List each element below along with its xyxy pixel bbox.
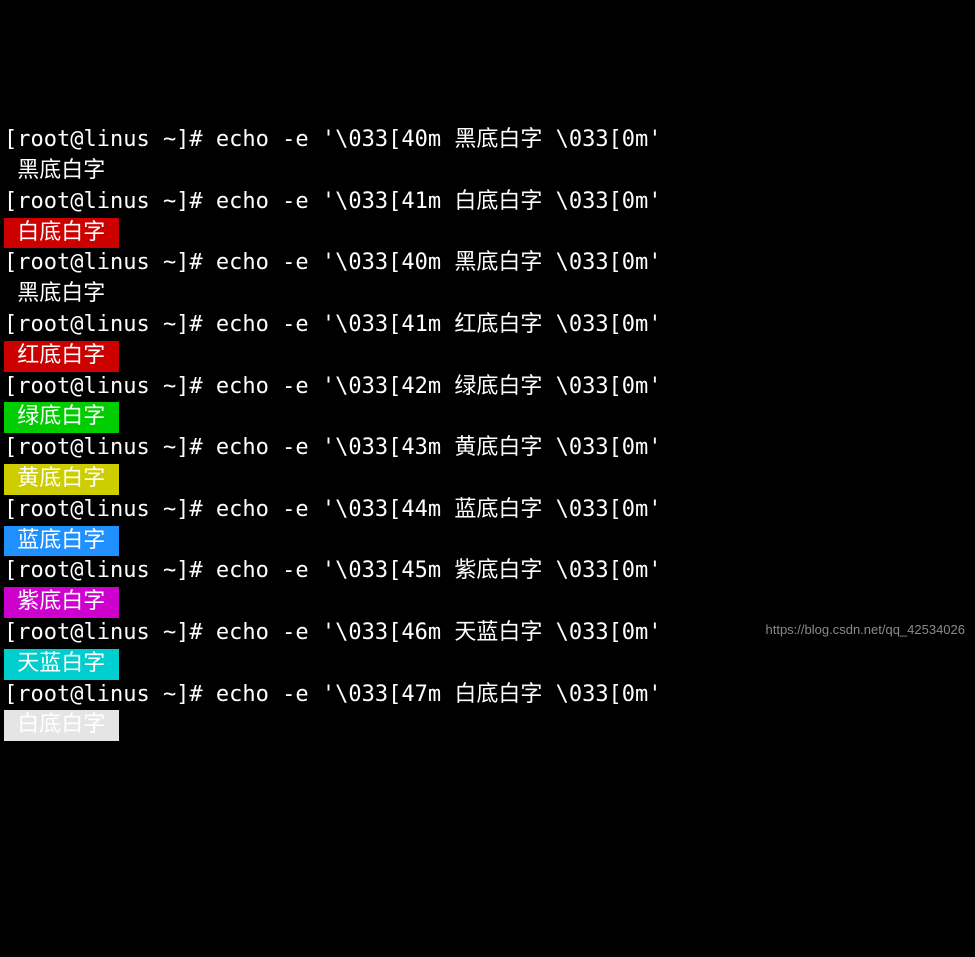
colored-output: 黄底白字	[4, 464, 119, 495]
command-text: echo -e '\033[41m 白底白字 \033[0m'	[216, 189, 662, 214]
watermark-text: https://blog.csdn.net/qq_42534026	[766, 621, 966, 639]
command-text: echo -e '\033[42m 绿底白字 \033[0m'	[216, 374, 662, 399]
colored-output: 白底白字	[4, 218, 119, 249]
output-line: 白底白字	[4, 218, 971, 249]
command-text: echo -e '\033[46m 天蓝白字 \033[0m'	[216, 620, 662, 645]
shell-prompt: [root@linus ~]#	[4, 250, 216, 275]
command-line: [root@linus ~]# echo -e '\033[47m 白底白字 \…	[4, 680, 971, 711]
command-text: echo -e '\033[44m 蓝底白字 \033[0m'	[216, 497, 662, 522]
shell-prompt: [root@linus ~]#	[4, 374, 216, 399]
command-text: echo -e '\033[40m 黑底白字 \033[0m'	[216, 127, 662, 152]
colored-output: 黑底白字	[4, 156, 119, 187]
output-line: 黑底白字	[4, 279, 971, 310]
shell-prompt: [root@linus ~]#	[4, 620, 216, 645]
output-line: 绿底白字	[4, 402, 971, 433]
shell-prompt: [root@linus ~]#	[4, 435, 216, 460]
command-text: echo -e '\033[45m 紫底白字 \033[0m'	[216, 558, 662, 583]
output-line: 黑底白字	[4, 156, 971, 187]
shell-prompt: [root@linus ~]#	[4, 558, 216, 583]
command-text: echo -e '\033[47m 白底白字 \033[0m'	[216, 682, 662, 707]
command-line: [root@linus ~]# echo -e '\033[43m 黄底白字 \…	[4, 433, 971, 464]
colored-output: 天蓝白字	[4, 649, 119, 680]
output-line: 蓝底白字	[4, 526, 971, 557]
colored-output: 绿底白字	[4, 402, 119, 433]
shell-prompt: [root@linus ~]#	[4, 497, 216, 522]
command-line: [root@linus ~]# echo -e '\033[45m 紫底白字 \…	[4, 556, 971, 587]
terminal-output: [root@linus ~]# echo -e '\033[40m 黑底白字 \…	[4, 125, 971, 741]
command-line: [root@linus ~]# echo -e '\033[41m 白底白字 \…	[4, 187, 971, 218]
shell-prompt: [root@linus ~]#	[4, 682, 216, 707]
colored-output: 紫底白字	[4, 587, 119, 618]
colored-output: 白底白字	[4, 710, 119, 741]
output-line: 红底白字	[4, 341, 971, 372]
command-text: echo -e '\033[40m 黑底白字 \033[0m'	[216, 250, 662, 275]
output-line: 紫底白字	[4, 587, 971, 618]
command-line: [root@linus ~]# echo -e '\033[41m 红底白字 \…	[4, 310, 971, 341]
command-line: [root@linus ~]# echo -e '\033[42m 绿底白字 \…	[4, 372, 971, 403]
output-line: 白底白字	[4, 710, 971, 741]
command-line: [root@linus ~]# echo -e '\033[40m 黑底白字 \…	[4, 248, 971, 279]
shell-prompt: [root@linus ~]#	[4, 127, 216, 152]
command-line: [root@linus ~]# echo -e '\033[44m 蓝底白字 \…	[4, 495, 971, 526]
output-line: 黄底白字	[4, 464, 971, 495]
command-line: [root@linus ~]# echo -e '\033[40m 黑底白字 \…	[4, 125, 971, 156]
command-text: echo -e '\033[41m 红底白字 \033[0m'	[216, 312, 662, 337]
colored-output: 蓝底白字	[4, 526, 119, 557]
colored-output: 黑底白字	[4, 279, 119, 310]
shell-prompt: [root@linus ~]#	[4, 189, 216, 214]
output-line: 天蓝白字	[4, 649, 971, 680]
command-text: echo -e '\033[43m 黄底白字 \033[0m'	[216, 435, 662, 460]
colored-output: 红底白字	[4, 341, 119, 372]
shell-prompt: [root@linus ~]#	[4, 312, 216, 337]
